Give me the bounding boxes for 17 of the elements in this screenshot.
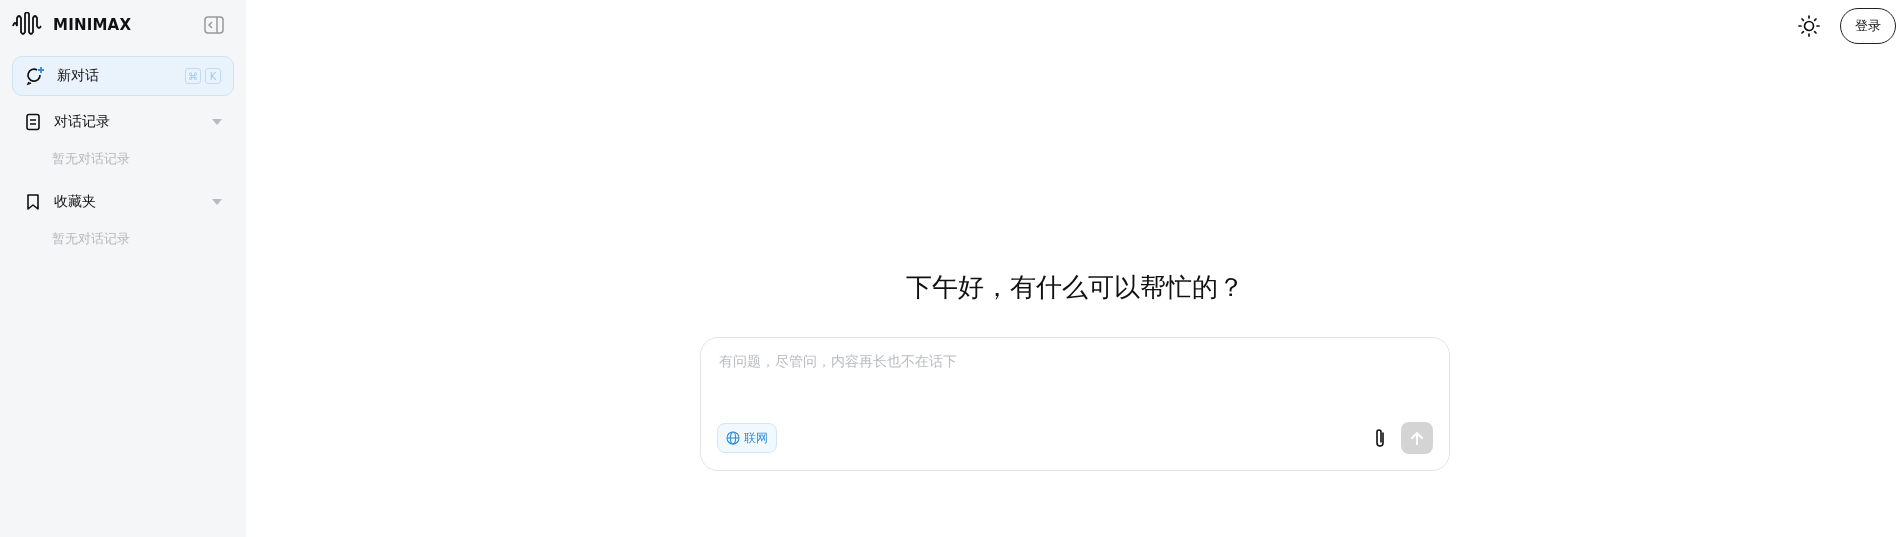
sun-icon[interactable] [1798,15,1820,37]
greeting-heading: 下午好，有什么可以帮忙的？ [905,271,1244,304]
sidebar-section-header[interactable]: 收藏夹 [12,182,234,222]
chat-plus-icon [25,66,45,86]
globe-icon [725,431,740,445]
empty-history-text: 暂无对话记录 [51,230,131,248]
arrow-up-icon [1408,430,1425,446]
empty-history-text: 暂无对话记录 [51,150,131,168]
login-button[interactable]: 登录 [1840,8,1896,44]
sidebar-collapse-icon[interactable] [204,16,224,34]
shortcut-key: K [205,68,221,84]
bookmark-icon [24,193,42,211]
document-icon [24,113,42,131]
shortcut-key: ⌘ [185,68,201,84]
new-chat-button[interactable]: 新对话 ⌘ K [12,56,234,96]
logo-text: MINIMAX [53,16,132,34]
sidebar-section-header[interactable]: 对话记录 [12,102,234,142]
